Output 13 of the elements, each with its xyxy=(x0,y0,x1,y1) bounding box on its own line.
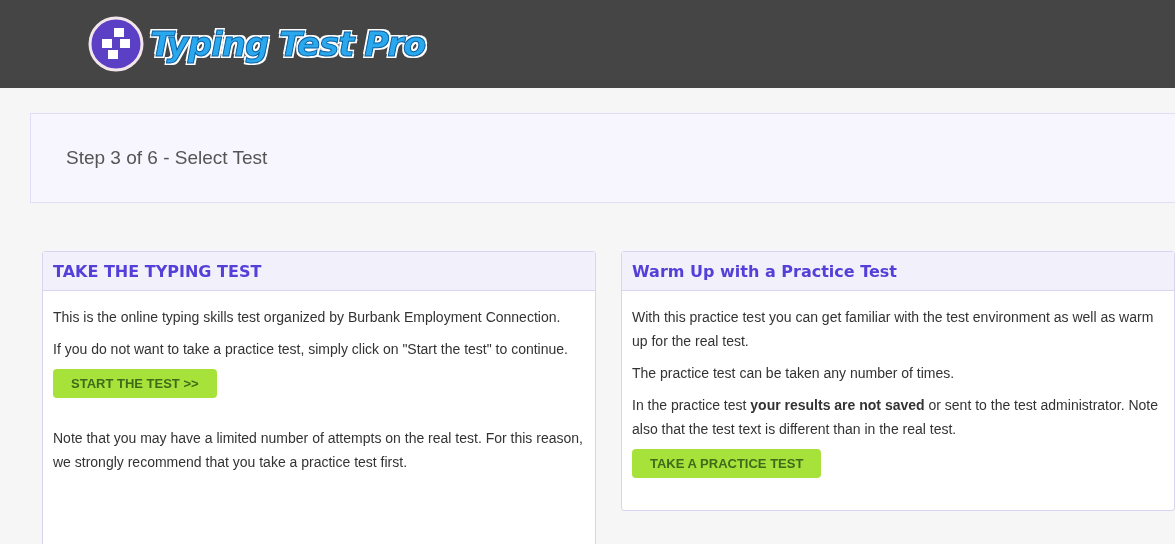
step-title: Step 3 of 6 - Select Test xyxy=(66,147,268,169)
paragraph: The practice test can be taken any number of times. xyxy=(632,364,956,383)
paragraph: This is the online typing skills test organized by Burbank Employment Connection. xyxy=(53,308,562,327)
paragraph: With this practice test you can get familiar with the test environment as well as warm up for the real test. xyxy=(632,308,1155,351)
logo-text: Typing Test Pro xyxy=(150,24,426,64)
paragraph: If you do not want to take a practice test, simply click on "Start the test" to continue. xyxy=(53,340,569,359)
card-title: TAKE THE TYPING TEST xyxy=(53,262,262,281)
practice-test-button[interactable]: TAKE A PRACTICE TEST xyxy=(632,449,822,478)
logo-icon xyxy=(88,16,144,72)
paragraph: Note that you may have a limited number of attempts on the real test. For this reason, we strongly recommend that you take a practice test first. xyxy=(53,429,584,472)
card-title: Warm Up with a Practice Test xyxy=(632,262,897,281)
start-test-button[interactable]: START THE TEST >> xyxy=(53,369,217,398)
paragraph: In the practice test your results are not saved or sent to the test administrator. Note also that the test text is different than in the real test. xyxy=(632,396,1160,439)
